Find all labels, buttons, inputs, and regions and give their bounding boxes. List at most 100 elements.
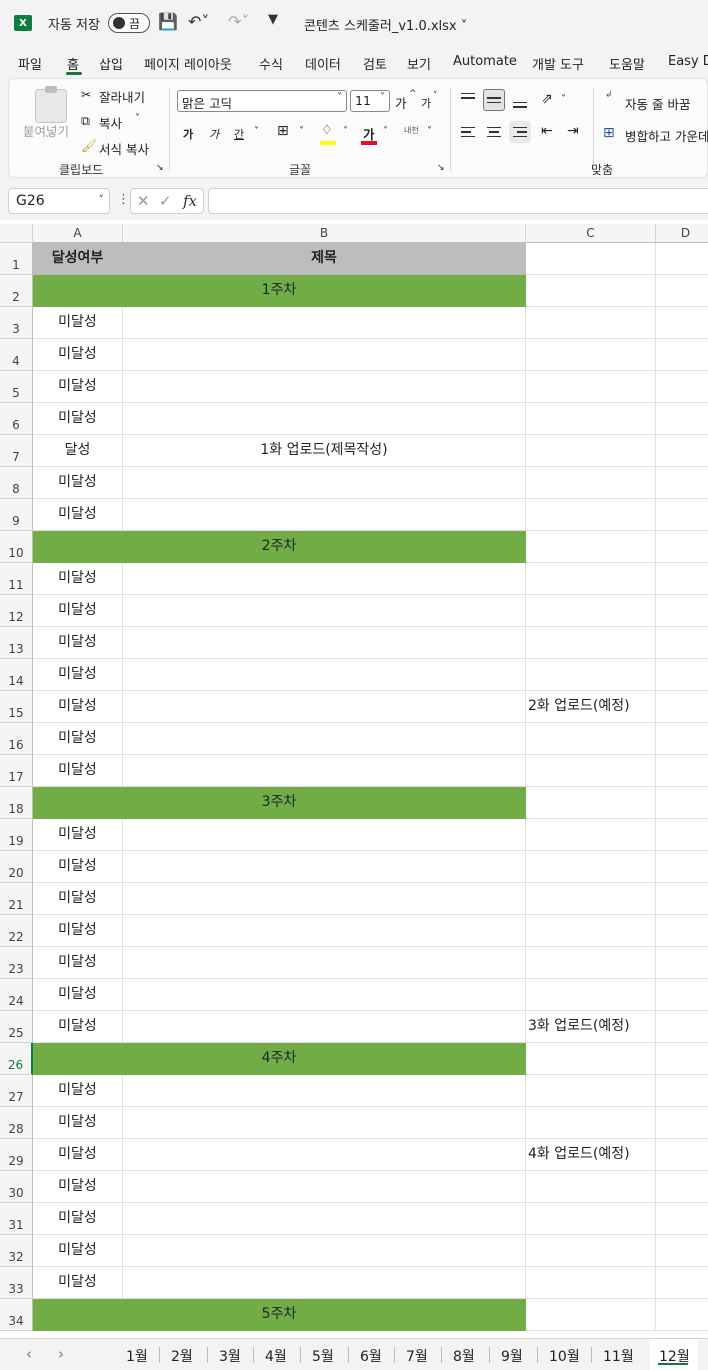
tab-home[interactable]: 홈 — [67, 54, 79, 73]
title-cell[interactable] — [123, 595, 526, 627]
font-color-dropdown-icon[interactable]: ˅ — [383, 126, 388, 137]
title-cell[interactable] — [123, 979, 526, 1011]
title-cell[interactable] — [123, 819, 526, 851]
title-cell[interactable] — [123, 883, 526, 915]
title-cell[interactable] — [123, 1203, 526, 1235]
title-cell[interactable] — [123, 691, 526, 723]
status-cell[interactable]: 미달성 — [33, 691, 123, 723]
align-bottom-icon[interactable] — [509, 89, 531, 111]
align-left-icon[interactable] — [457, 121, 479, 143]
row-header[interactable]: 18 — [0, 787, 33, 819]
align-middle-icon[interactable] — [483, 89, 505, 111]
title-cell[interactable] — [123, 627, 526, 659]
title-cell[interactable] — [123, 467, 526, 499]
status-cell[interactable]: 미달성 — [33, 339, 123, 371]
note-cell[interactable] — [526, 883, 656, 915]
autosave-toggle[interactable]: 끔 — [108, 13, 150, 33]
empty-cell[interactable] — [656, 787, 708, 819]
note-cell[interactable] — [526, 435, 656, 467]
merge-center-button[interactable]: 병합하고 가운데 — [625, 126, 708, 145]
empty-cell[interactable] — [656, 723, 708, 755]
title-cell[interactable] — [123, 307, 526, 339]
empty-cell[interactable] — [656, 371, 708, 403]
sheet-tab[interactable]: 9월 — [501, 1346, 523, 1366]
row-header[interactable]: 19 — [0, 819, 33, 851]
row-header[interactable]: 21 — [0, 883, 33, 915]
empty-cell[interactable] — [656, 1267, 708, 1299]
empty-cell[interactable] — [656, 1139, 708, 1171]
decrease-indent-icon[interactable]: ⇤ — [541, 123, 553, 139]
empty-cell[interactable] — [656, 499, 708, 531]
row-header[interactable]: 28 — [0, 1107, 33, 1139]
note-cell[interactable] — [526, 1299, 656, 1331]
note-cell[interactable] — [526, 915, 656, 947]
row-header[interactable]: 13 — [0, 627, 33, 659]
status-cell[interactable]: 미달성 — [33, 1011, 123, 1043]
increase-indent-icon[interactable]: ⇥ — [567, 123, 579, 139]
row-header[interactable]: 12 — [0, 595, 33, 627]
empty-cell[interactable] — [656, 851, 708, 883]
phonetic-button[interactable]: 내천 — [404, 125, 419, 136]
week-header-cell[interactable]: 4주차 — [33, 1043, 526, 1075]
title-cell[interactable] — [123, 563, 526, 595]
row-header[interactable]: 8 — [0, 467, 33, 499]
note-cell[interactable] — [526, 1107, 656, 1139]
empty-cell[interactable] — [656, 595, 708, 627]
row-header[interactable]: 32 — [0, 1235, 33, 1267]
empty-cell[interactable] — [656, 1171, 708, 1203]
copy-icon[interactable]: ⧉ — [81, 113, 90, 129]
grow-font-button[interactable]: 가 — [395, 93, 407, 112]
row-header[interactable]: 25 — [0, 1011, 33, 1043]
row-header[interactable]: 17 — [0, 755, 33, 787]
status-cell[interactable]: 미달성 — [33, 1139, 123, 1171]
sheet-tab[interactable]: 12월 — [659, 1346, 690, 1366]
tab-insert[interactable]: 삽입 — [99, 54, 123, 73]
note-cell[interactable] — [526, 275, 656, 307]
note-cell[interactable] — [526, 1171, 656, 1203]
note-cell[interactable] — [526, 851, 656, 883]
copy-dropdown-icon[interactable]: ˅ — [135, 113, 140, 124]
note-cell[interactable] — [526, 339, 656, 371]
title-cell[interactable] — [123, 339, 526, 371]
tab-automate[interactable]: Automate — [453, 54, 517, 69]
font-name-select[interactable]: 맑은 고딕 ˅ — [177, 90, 347, 112]
status-cell[interactable]: 미달성 — [33, 499, 123, 531]
insert-function-button[interactable]: fx — [183, 192, 197, 210]
underline-button[interactable]: 간 — [234, 126, 244, 142]
sheet-tab[interactable]: 4월 — [265, 1346, 287, 1366]
sheet-tab[interactable]: 2월 — [171, 1346, 193, 1366]
empty-cell[interactable] — [656, 1203, 708, 1235]
column-header-c[interactable]: C — [526, 224, 656, 243]
border-icon[interactable]: ⊞ — [277, 123, 289, 139]
tab-page-layout[interactable]: 페이지 레이아웃 — [144, 54, 232, 73]
status-cell[interactable]: 미달성 — [33, 1203, 123, 1235]
note-cell[interactable] — [526, 947, 656, 979]
status-cell[interactable]: 미달성 — [33, 1171, 123, 1203]
row-header[interactable]: 30 — [0, 1171, 33, 1203]
week-header-cell[interactable]: 2주차 — [33, 531, 526, 563]
italic-button[interactable]: 가 — [209, 126, 219, 142]
row-header[interactable]: 15 — [0, 691, 33, 723]
tab-review[interactable]: 검토 — [363, 54, 387, 73]
title-cell[interactable]: 1화 업로드(제목작성) — [123, 435, 526, 467]
status-cell[interactable]: 미달성 — [33, 1107, 123, 1139]
note-cell[interactable] — [526, 243, 656, 275]
enter-icon[interactable]: ✓ — [159, 192, 172, 210]
title-cell[interactable] — [123, 915, 526, 947]
status-cell[interactable]: 미달성 — [33, 371, 123, 403]
status-cell[interactable]: 미달성 — [33, 1267, 123, 1299]
title-cell[interactable] — [123, 659, 526, 691]
column-header-b[interactable]: B — [123, 224, 526, 243]
empty-cell[interactable] — [656, 819, 708, 851]
title-cell[interactable] — [123, 1011, 526, 1043]
more-options-icon[interactable]: ⋮ — [117, 192, 130, 207]
note-cell[interactable] — [526, 979, 656, 1011]
copy-button[interactable]: 복사 — [99, 113, 122, 132]
sheet-tab[interactable]: 7월 — [406, 1346, 428, 1366]
title-cell[interactable] — [123, 1075, 526, 1107]
empty-cell[interactable] — [656, 307, 708, 339]
empty-cell[interactable] — [656, 563, 708, 595]
merge-center-icon[interactable]: ⊞ — [603, 125, 615, 141]
align-top-icon[interactable] — [457, 89, 479, 111]
empty-cell[interactable] — [656, 467, 708, 499]
